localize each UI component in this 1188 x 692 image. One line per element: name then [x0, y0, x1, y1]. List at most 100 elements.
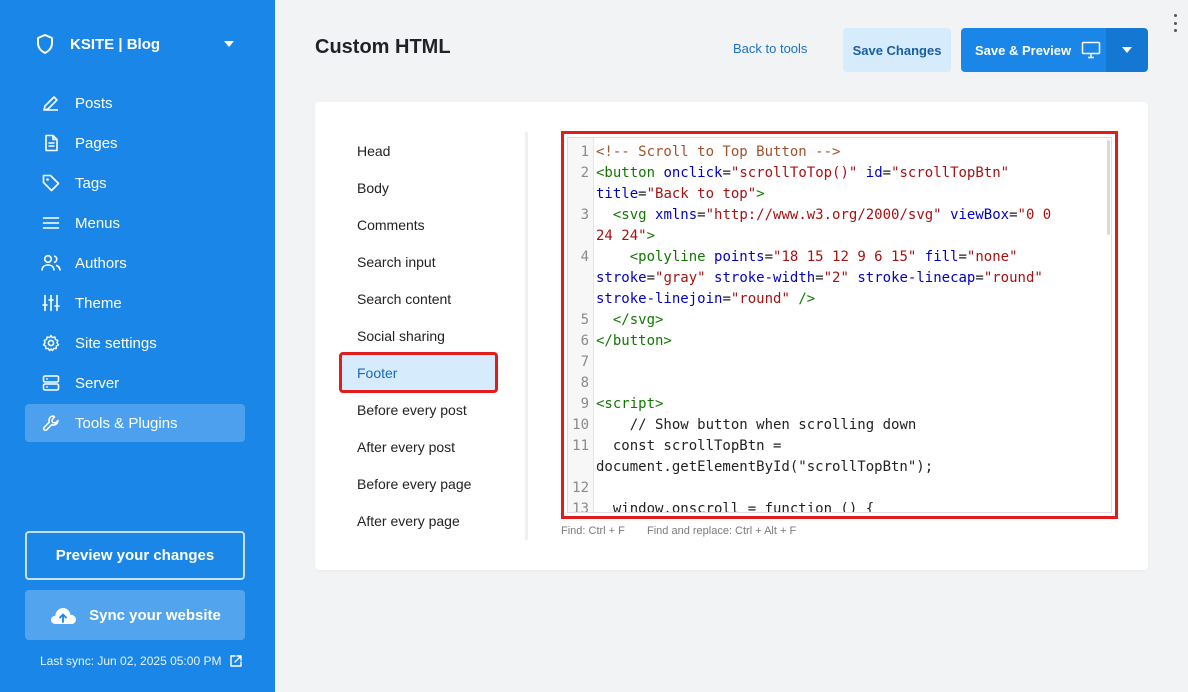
code-content[interactable]: 1 <!-- Scroll to Top Button --> 2 <button o… [572, 142, 1110, 513]
back-to-tools-link[interactable]: Back to tools [733, 41, 807, 56]
code-editor-frame: 1 <!-- Scroll to Top Button --> 2 <button o… [567, 137, 1112, 513]
section-item-before-every-post[interactable]: Before every post [341, 391, 501, 428]
line-number: 8 [580, 375, 589, 391]
line-number: 11 [572, 438, 589, 454]
code-line: 9 <script> [581, 394, 1110, 415]
sync-website-button[interactable]: Sync your website [25, 590, 245, 640]
last-sync-info: Last sync: Jun 02, 2025 05:00 PM [40, 654, 243, 668]
sidebar-item-site-settings[interactable]: Site settings [25, 324, 245, 362]
line-number: 6 [580, 333, 589, 349]
sidebar-item-label: Server [75, 374, 120, 392]
sidebar-item-label: Tools & Plugins [75, 414, 178, 432]
pencil-icon [41, 93, 61, 113]
sidebar-item-pages[interactable]: Pages [25, 124, 245, 162]
sidebar-item-label: Posts [75, 94, 113, 112]
monitor-icon [1081, 41, 1101, 59]
gear-icon [41, 333, 61, 353]
code-line: 2 <button onclick="scrollToTop()" id="scr… [581, 163, 1110, 205]
section-item-head[interactable]: Head [341, 132, 501, 169]
section-item-after-every-post[interactable]: After every post [341, 428, 501, 465]
site-switcher[interactable]: KSITE | Blog [36, 32, 240, 56]
code-text: const scrollTopBtn = document.getElement… [596, 438, 934, 475]
code-line: 13 window.onscroll = function () { [572, 499, 1110, 513]
line-number: 7 [580, 354, 589, 370]
section-list: Head Body Comments Search input Search c… [339, 132, 501, 539]
preview-changes-button[interactable]: Preview your changes [25, 531, 245, 580]
code-line: 10 // Show button when scrolling down [572, 415, 1110, 436]
sidebar-item-tags[interactable]: Tags [25, 164, 245, 202]
line-number: 5 [580, 312, 589, 328]
code-line: 5 </svg> [581, 310, 1110, 331]
save-options-dropdown[interactable] [1106, 28, 1148, 72]
divider [525, 132, 528, 540]
sidebar-item-label: Authors [75, 254, 127, 272]
replace-hint: Find and replace: Ctrl + Alt + F [647, 525, 797, 537]
sidebar-item-menus[interactable]: Menus [25, 204, 245, 242]
code-editor[interactable]: 1 <!-- Scroll to Top Button --> 2 <button o… [561, 131, 1118, 519]
code-text: <script> [596, 396, 664, 412]
sidebar-item-label: Menus [75, 214, 121, 232]
editor-scrollbar[interactable] [1107, 140, 1110, 235]
last-sync-text: Last sync: Jun 02, 2025 05:00 PM [40, 654, 222, 668]
cloud-upload-icon [51, 608, 77, 624]
sidebar-item-label: Tags [75, 174, 107, 192]
sync-label: Sync your website [89, 606, 221, 624]
sidebar-item-label: Pages [75, 134, 118, 152]
save-preview-button[interactable]: Save & Preview [961, 28, 1106, 72]
section-item-body[interactable]: Body [341, 169, 501, 206]
code-line: 6 </button> [581, 331, 1110, 352]
section-item-social-sharing[interactable]: Social sharing [341, 317, 501, 354]
code-line: 11 const scrollTopBtn = document.getElem… [572, 436, 1110, 478]
sidebar-item-authors[interactable]: Authors [25, 244, 245, 282]
find-hint: Find: Ctrl + F [561, 525, 625, 537]
code-text: // Show button when scrolling down [596, 417, 917, 433]
wrench-icon [41, 413, 61, 433]
line-number: 12 [572, 480, 589, 496]
chevron-down-icon [224, 41, 234, 47]
more-options-icon[interactable] [1170, 14, 1180, 32]
external-link-icon[interactable] [229, 654, 243, 668]
code-line: 1 <!-- Scroll to Top Button --> [581, 142, 1110, 163]
sidebar-item-theme[interactable]: Theme [25, 284, 245, 322]
code-text: <button onclick="scrollToTop()" id="scro… [596, 165, 1010, 202]
line-number: 4 [580, 249, 589, 265]
shield-icon [37, 34, 53, 54]
authors-icon [41, 253, 61, 273]
section-item-search-input[interactable]: Search input [341, 243, 501, 280]
sidebar-item-posts[interactable]: Posts [25, 84, 245, 122]
line-number: 3 [580, 207, 589, 223]
section-item-after-every-page[interactable]: After every page [341, 502, 501, 539]
chevron-down-icon [1122, 47, 1132, 53]
code-text: </button> [596, 333, 672, 349]
line-number: 10 [572, 417, 589, 433]
line-number: 2 [580, 165, 589, 181]
section-item-search-content[interactable]: Search content [341, 280, 501, 317]
code-line: 3 <svg xmlns="http://www.w3.org/2000/svg… [581, 205, 1110, 247]
section-item-before-every-page[interactable]: Before every page [341, 465, 501, 502]
save-changes-button[interactable]: Save Changes [843, 28, 951, 72]
tag-icon [41, 173, 61, 193]
code-line: 12 [572, 478, 1110, 499]
menu-icon [41, 213, 61, 233]
code-text: <svg xmlns="http://www.w3.org/2000/svg" … [596, 207, 1052, 244]
section-item-footer[interactable]: Footer [339, 352, 498, 393]
code-line: 4 <polyline points="18 15 12 9 6 15" fil… [581, 247, 1110, 310]
sidebar-item-label: Site settings [75, 334, 157, 352]
server-icon [41, 373, 61, 393]
sliders-icon [41, 293, 61, 313]
site-name: KSITE | Blog [70, 35, 161, 53]
code-text: window.onscroll = function () { [596, 501, 875, 513]
code-line: 7 [581, 352, 1110, 373]
code-line: 8 [581, 373, 1110, 394]
page-title: Custom HTML [315, 36, 451, 58]
code-text: </svg> [612, 312, 664, 328]
page-icon [41, 133, 61, 153]
code-text: <!-- Scroll to Top Button --> [596, 144, 841, 160]
sidebar-item-server[interactable]: Server [25, 364, 245, 402]
line-number: 13 [572, 501, 589, 513]
section-item-comments[interactable]: Comments [341, 206, 501, 243]
sidebar-item-tools-plugins[interactable]: Tools & Plugins [25, 404, 245, 442]
